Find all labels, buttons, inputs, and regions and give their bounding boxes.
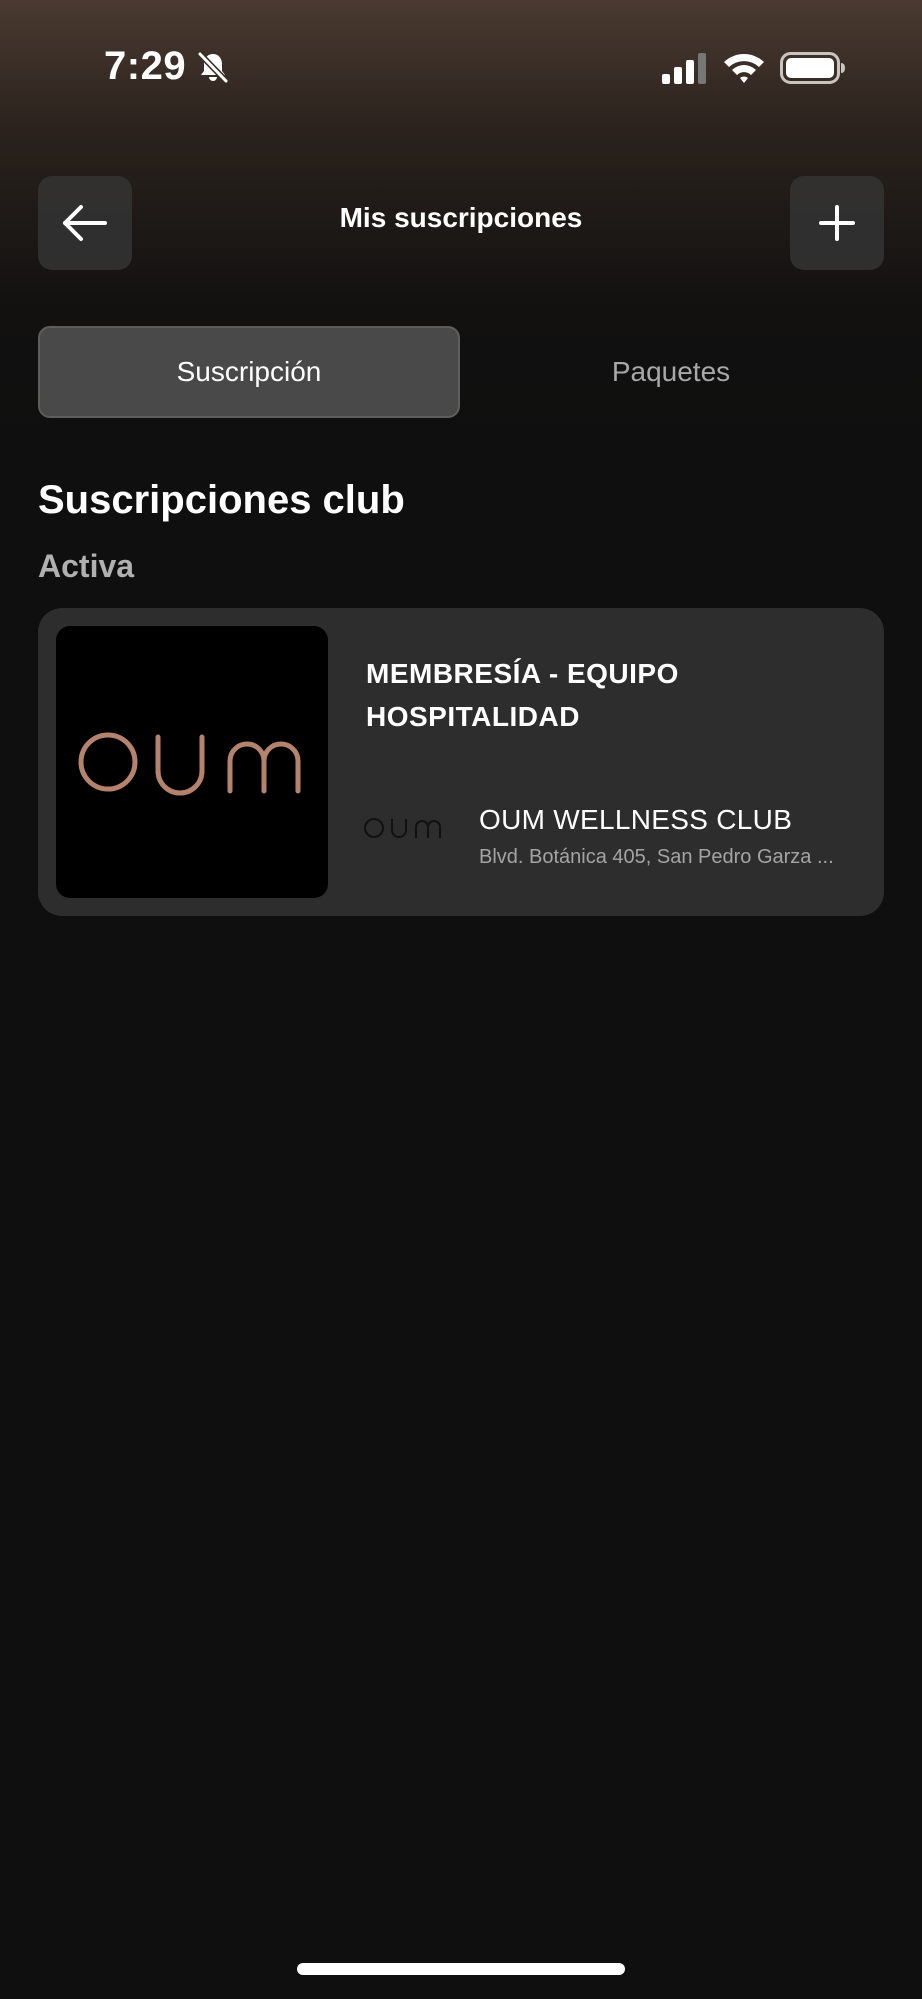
club-name: OUM WELLNESS CLUB: [479, 804, 793, 835]
tab-suscripcion[interactable]: Suscripción: [38, 326, 460, 418]
plus-icon: [819, 205, 855, 241]
bell-slash-icon: [197, 51, 229, 84]
wifi-icon: [724, 54, 764, 83]
status-bar: 7:29: [0, 0, 922, 140]
add-subscription-button[interactable]: [790, 176, 884, 270]
battery-icon: [780, 52, 845, 84]
club-logo-icon: [364, 818, 441, 838]
membership-name: MEMBRESÍA - EQUIPO HOSPITALIDAD: [366, 658, 679, 732]
club-thumbnail: [56, 626, 328, 898]
section-title: Suscripciones club: [38, 478, 405, 522]
subscription-card[interactable]: MEMBRESÍA - EQUIPO HOSPITALIDAD OUM WELL…: [38, 608, 884, 916]
status-label: Activa: [38, 548, 135, 584]
cellular-signal-icon: [662, 53, 706, 84]
status-time: 7:29: [104, 44, 187, 88]
home-indicator[interactable]: [297, 1963, 625, 1975]
oum-logo-icon: [78, 732, 301, 796]
club-address: Blvd. Botánica 405, San Pedro Garza ...: [479, 846, 834, 868]
tab-paquetes[interactable]: Paquetes: [460, 326, 882, 418]
page-title: Mis suscripciones: [339, 202, 583, 233]
